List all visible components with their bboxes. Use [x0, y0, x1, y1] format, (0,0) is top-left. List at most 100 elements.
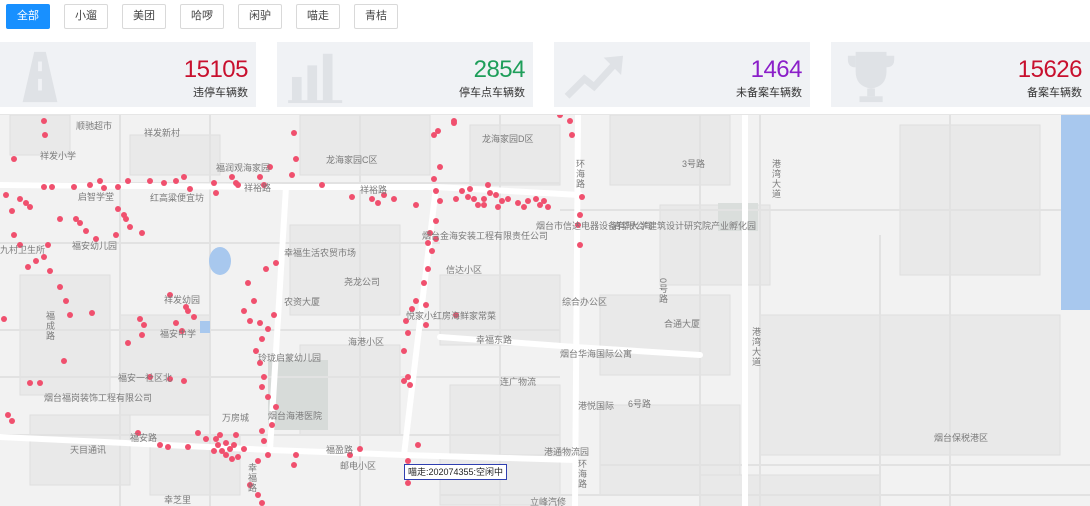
map-label: 港湾大道: [751, 327, 761, 367]
filter-button-miaozou[interactable]: 喵走: [296, 4, 340, 29]
vehicle-point: [187, 186, 193, 192]
vehicle-point: [139, 332, 145, 338]
vehicle-point: [125, 178, 131, 184]
vehicle-point: [67, 312, 73, 318]
map-label: 烟台保税港区: [934, 433, 989, 443]
vehicle-point: [459, 188, 465, 194]
vehicle-point: [493, 192, 499, 198]
vehicle-point: [215, 442, 221, 448]
vehicle-point: [293, 452, 299, 458]
stat-card-registered: 15626 备案车辆数: [831, 42, 1090, 107]
map-label: 环海路: [575, 159, 585, 189]
vehicle-point: [191, 314, 197, 320]
vehicle-point: [61, 358, 67, 364]
vehicle-point: [453, 196, 459, 202]
vehicle-point: [405, 480, 411, 486]
map-label: 玲珑启蒙幼儿园: [258, 353, 322, 363]
stat-value: 15626: [1017, 56, 1083, 83]
vehicle-point: [235, 454, 241, 460]
vehicle-point: [435, 128, 441, 134]
vehicle-point: [415, 442, 421, 448]
vehicle-point: [41, 184, 47, 190]
vehicle-point: [357, 446, 363, 452]
map-block: [299, 115, 431, 176]
vehicle-point: [165, 444, 171, 450]
filter-button-all[interactable]: 全部: [6, 4, 50, 29]
vehicle-point: [273, 260, 279, 266]
filter-button-hellobike[interactable]: 哈啰: [180, 4, 224, 29]
map-label: 福安一社区北: [118, 373, 173, 383]
filter-button-qingju[interactable]: 青桔: [354, 4, 398, 29]
vehicle-point: [211, 180, 217, 186]
vehicle-point: [545, 204, 551, 210]
vehicle-point: [475, 202, 481, 208]
vehicle-point: [89, 310, 95, 316]
vehicle-point: [481, 202, 487, 208]
map-view[interactable]: 顺驰超市 祥发新村 祥发小学 龙海家园D区 龙海家园C区 福润观海家园 祥裕路 红高粱便宜坊 启…: [0, 114, 1090, 506]
map-label: 祥发新村: [144, 128, 181, 138]
vehicle-point: [557, 115, 563, 118]
vehicle-point: [487, 190, 493, 196]
map-label: 幸福生活农贸市场: [284, 248, 357, 258]
vehicle-point: [41, 118, 47, 124]
vehicle-point: [3, 192, 9, 198]
vehicle-point: [293, 156, 299, 162]
vehicle-point: [233, 432, 239, 438]
map-label: 环海路: [577, 459, 587, 489]
vehicle-point: [181, 174, 187, 180]
map-label: 幸福路: [247, 463, 257, 493]
water-pool: [200, 321, 210, 333]
map-label: 祥裕路: [360, 185, 388, 195]
vehicle-point: [505, 196, 511, 202]
vehicle-point: [63, 298, 69, 304]
vehicle-point: [261, 374, 267, 380]
map-block: [699, 474, 881, 506]
vehicle-point: [173, 178, 179, 184]
vehicle-point: [391, 196, 397, 202]
stat-label: 备案车辆数: [1027, 87, 1082, 99]
vehicle-point: [263, 266, 269, 272]
map-label: 福安中学: [160, 329, 197, 339]
vehicle-point: [181, 378, 187, 384]
vehicle-point: [27, 204, 33, 210]
vehicle-point: [533, 196, 539, 202]
map-label: 烟台金海安装工程有限责任公司: [422, 231, 549, 241]
vehicle-point: [241, 446, 247, 452]
vehicle-point: [349, 194, 355, 200]
vehicle-point: [141, 322, 147, 328]
vehicle-point: [465, 194, 471, 200]
vehicle-point: [47, 268, 53, 274]
trophy-icon: [847, 51, 895, 103]
trend-arrow-icon: [564, 55, 624, 99]
map-label: 港湾大道: [771, 159, 781, 199]
map-label: 悦家小红房海鲜家常菜: [406, 311, 497, 321]
stat-value: 1464: [750, 56, 803, 83]
vehicle-point: [401, 378, 407, 384]
filter-button-xiaoliu[interactable]: 小遛: [64, 4, 108, 29]
vehicle-point: [127, 224, 133, 230]
map-block: [599, 294, 731, 376]
vehicle-point: [569, 132, 575, 138]
filter-button-xianlv[interactable]: 闲驴: [238, 4, 282, 29]
stat-label: 未备案车辆数: [736, 87, 802, 99]
vehicle-point: [423, 322, 429, 328]
map-label: 天目通讯: [70, 445, 107, 455]
vehicle-point: [87, 182, 93, 188]
vehicle-point: [173, 320, 179, 326]
vehicle-point: [71, 184, 77, 190]
vehicle-point: [369, 196, 375, 202]
vehicle-point: [213, 190, 219, 196]
vehicle-point: [437, 198, 443, 204]
vehicle-point: [101, 185, 107, 191]
map-label: 龙海家园C区: [326, 155, 378, 165]
vehicle-point: [291, 130, 297, 136]
vehicle-point: [525, 198, 531, 204]
filter-button-meituan[interactable]: 美团: [122, 4, 166, 29]
vehicle-point: [257, 174, 263, 180]
map-label: 合通大厦: [664, 319, 701, 329]
map-label: 幸芝里: [164, 495, 192, 505]
map-label: 清华大学建筑设计研究院产业孵化园: [612, 221, 757, 231]
vehicle-point: [185, 308, 191, 314]
vehicle-point: [49, 184, 55, 190]
vehicle-point: [259, 384, 265, 390]
